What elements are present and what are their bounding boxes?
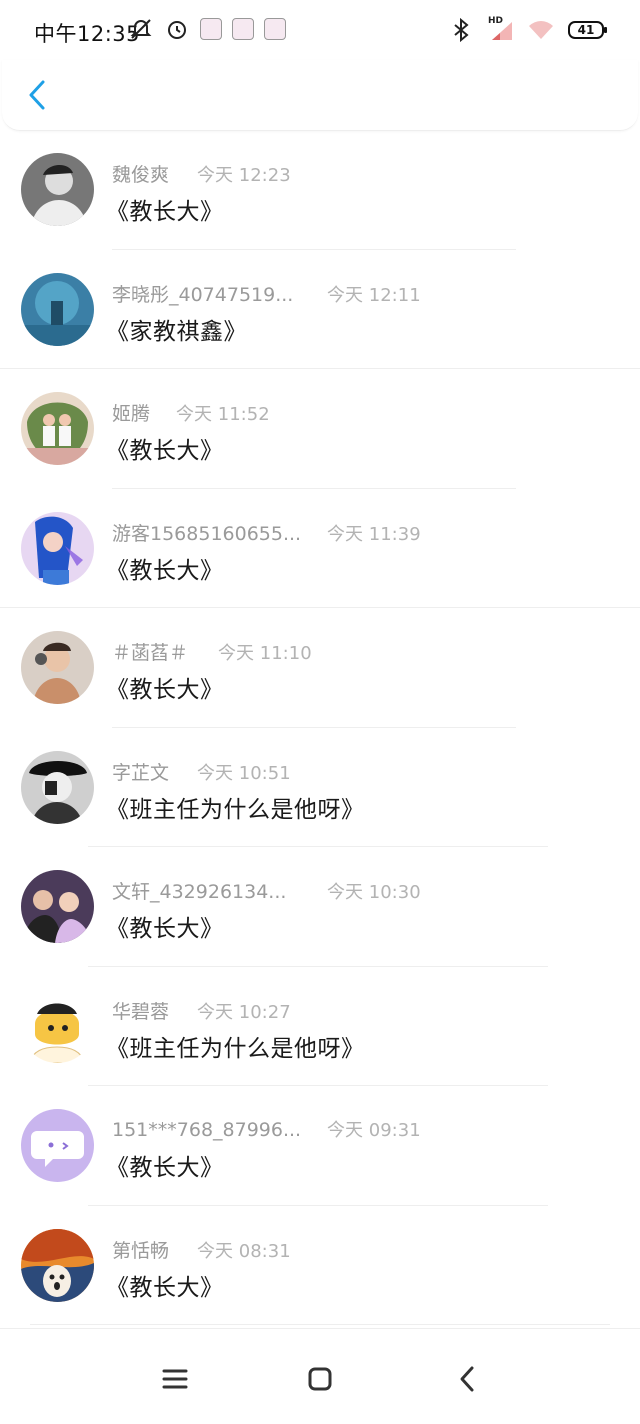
avatar[interactable]	[21, 750, 94, 824]
app-notification-icon	[200, 18, 222, 40]
timestamp: 今天 11:52	[176, 404, 270, 425]
timestamp: 今天 12:23	[197, 165, 291, 186]
message-content: 《教长大》	[106, 199, 224, 225]
list-item[interactable]: 游客15685160655... 今天 11:39 《教长大》	[0, 489, 640, 608]
timestamp: 今天 10:30	[327, 882, 421, 903]
avatar[interactable]	[21, 631, 94, 704]
timestamp: 今天 10:27	[197, 1001, 291, 1023]
battery-indicator: 41	[568, 21, 607, 39]
alarm-icon	[164, 16, 190, 42]
timestamp: 今天 11:39	[327, 523, 421, 545]
message-content: 《班主任为什么是他呀》	[106, 1035, 365, 1062]
message-content: 《班主任为什么是他呀》	[106, 796, 365, 823]
timestamp: 今天 10:51	[197, 762, 291, 784]
message-content: 《教长大》	[106, 1274, 224, 1301]
home-button[interactable]	[300, 1359, 340, 1399]
user-name[interactable]: ＃菡萏＃	[112, 638, 212, 665]
message-content: 《教长大》	[106, 1155, 224, 1181]
message-content: 《教长大》	[106, 438, 224, 464]
chevron-left-icon	[29, 80, 45, 110]
user-name[interactable]: 第恬畅	[112, 1236, 191, 1263]
timestamp: 今天 12:11	[327, 284, 421, 306]
back-icon	[460, 1366, 474, 1392]
app-notification-icon	[232, 18, 254, 40]
top-bar	[2, 60, 638, 131]
list-item[interactable]: 第恬畅 今天 08:31 《教长大》	[0, 1206, 640, 1325]
avatar[interactable]	[21, 870, 94, 943]
avatar[interactable]	[21, 1109, 94, 1182]
list-item[interactable]: 151***768_87996... 今天 09:31 《教长大》	[0, 1086, 640, 1206]
status-time: 中午12:35	[34, 22, 141, 46]
home-icon	[308, 1367, 332, 1391]
message-content: 《教长大》	[106, 677, 224, 703]
list-item[interactable]: 李晓彤_40747519... 今天 12:11 《家教祺鑫》	[0, 250, 640, 369]
avatar[interactable]	[21, 153, 94, 226]
timestamp: 今天 08:31	[197, 1240, 291, 1262]
list-item[interactable]: ＃菡萏＃ 今天 11:10 《教长大》	[0, 608, 640, 728]
status-bar: 中午12:35 HD 41	[0, 0, 640, 60]
message-content: 《家教祺鑫》	[106, 318, 247, 345]
message-content: 《教长大》	[106, 916, 224, 942]
user-name[interactable]: 文轩_432926134...	[112, 877, 321, 904]
divider	[30, 1324, 610, 1325]
user-name[interactable]: 姬腾	[112, 399, 170, 426]
avatar[interactable]	[21, 511, 94, 585]
list-item[interactable]: 字芷文 今天 10:51 《班主任为什么是他呀》	[0, 728, 640, 847]
user-name[interactable]: 李晓彤_40747519...	[112, 280, 321, 307]
message-content: 《教长大》	[106, 557, 224, 584]
system-nav-bar	[0, 1328, 640, 1424]
timestamp: 今天 11:10	[218, 643, 312, 664]
list-item[interactable]: 姬腾 今天 11:52 《教长大》	[0, 369, 640, 489]
user-name[interactable]: 151***768_87996...	[112, 1119, 321, 1141]
app-notification-icon	[264, 18, 286, 40]
timestamp: 今天 09:31	[327, 1120, 421, 1141]
user-name[interactable]: 字芷文	[112, 758, 191, 785]
bluetooth-icon	[448, 17, 474, 43]
avatar[interactable]	[21, 392, 94, 465]
back-button[interactable]	[22, 78, 52, 112]
message-list: 魏俊爽 今天 12:23 《教长大》 李晓彤_40747519... 今天 12…	[0, 130, 640, 1325]
list-item[interactable]: 魏俊爽 今天 12:23 《教长大》	[0, 130, 640, 250]
user-name[interactable]: 游客15685160655...	[112, 519, 321, 546]
list-item[interactable]: 华碧蓉 今天 10:27 《班主任为什么是他呀》	[0, 967, 640, 1086]
mute-icon	[128, 16, 154, 42]
user-name[interactable]: 华碧蓉	[112, 997, 191, 1024]
list-item[interactable]: 文轩_432926134... 今天 10:30 《教长大》	[0, 847, 640, 967]
menu-button[interactable]	[155, 1359, 195, 1399]
user-name[interactable]: 魏俊爽	[112, 160, 191, 187]
menu-icon	[162, 1369, 188, 1389]
nav-back-button[interactable]	[447, 1359, 487, 1399]
signal-icon: HD	[488, 16, 514, 42]
avatar[interactable]	[21, 1228, 94, 1302]
wifi-icon	[528, 17, 554, 43]
avatar[interactable]	[21, 272, 94, 346]
avatar[interactable]	[21, 989, 94, 1063]
